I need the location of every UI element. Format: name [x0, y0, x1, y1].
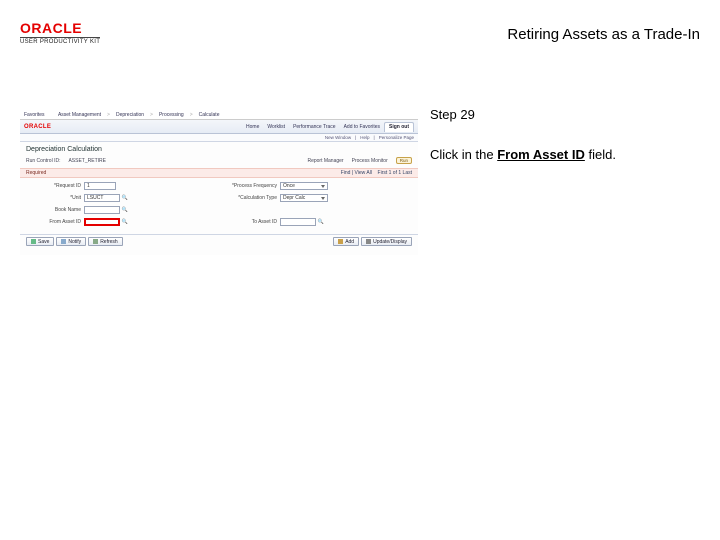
- tab-worklist[interactable]: Worklist: [263, 122, 289, 132]
- unit-lookup-icon[interactable]: 🔍: [121, 194, 129, 202]
- nav-favorites[interactable]: Favorites: [24, 112, 45, 118]
- tab-perf-trace[interactable]: Performance Trace: [289, 122, 340, 132]
- util-strip: New Window | Help | Personalize Page: [20, 134, 418, 142]
- link-process-monitor[interactable]: Process Monitor: [352, 158, 388, 164]
- page-title: Depreciation Calculation: [20, 142, 418, 155]
- to-asset-id-input[interactable]: [280, 218, 316, 226]
- tab-add-favorites[interactable]: Add to Favorites: [340, 122, 384, 132]
- calculation-type-select[interactable]: Depr Calc: [280, 194, 328, 202]
- run-button[interactable]: Run: [396, 157, 412, 164]
- app-screenshot: Favorites Asset Management > Depreciatio…: [20, 110, 418, 255]
- button-bar: Save Notify Refresh Add Update/Display: [20, 234, 418, 248]
- update-display-button[interactable]: Update/Display: [361, 237, 412, 246]
- tab-home[interactable]: Home: [242, 122, 263, 132]
- link-help[interactable]: Help: [360, 135, 369, 140]
- update-icon: [366, 239, 371, 244]
- calculation-type-label: *Calculation Type: [210, 195, 280, 201]
- notify-icon: [61, 239, 66, 244]
- oracle-upk-logo: ORACLE USER PRODUCTIVITY KIT: [20, 20, 100, 45]
- nav-asset-management[interactable]: Asset Management: [58, 112, 101, 118]
- instruction-text: Click in the From Asset ID field.: [430, 146, 690, 164]
- runctrl-label: Run Control ID:: [26, 158, 60, 164]
- link-report-manager[interactable]: Report Manager: [307, 158, 343, 164]
- notify-button[interactable]: Notify: [56, 237, 86, 246]
- app-header-bar: ORACLE Home Worklist Performance Trace A…: [20, 120, 418, 134]
- request-id-input[interactable]: 1: [84, 182, 116, 190]
- to-asset-id-label: To Asset ID: [210, 219, 280, 225]
- request-id-label: *Request ID: [30, 183, 84, 189]
- breadcrumb-nav: Favorites Asset Management > Depreciatio…: [20, 110, 418, 120]
- unit-input[interactable]: LSUCT: [84, 194, 120, 202]
- oracle-logo-text: ORACLE: [20, 20, 100, 36]
- book-lookup-icon[interactable]: 🔍: [121, 206, 129, 214]
- app-oracle-logo: ORACLE: [24, 124, 51, 130]
- nav-calculate[interactable]: Calculate: [199, 112, 220, 118]
- form-area: *Request ID 1 *Process Frequency Once *U…: [20, 178, 418, 234]
- instruction-panel: Step 29 Click in the From Asset ID field…: [430, 106, 690, 164]
- scroll-required-label: Required: [26, 170, 46, 176]
- lesson-title: Retiring Assets as a Trade-In: [507, 26, 700, 43]
- nav-processing[interactable]: Processing: [159, 112, 184, 118]
- from-asset-id-input[interactable]: [84, 218, 120, 226]
- page-header: ORACLE USER PRODUCTIVITY KIT Retiring As…: [20, 20, 700, 56]
- save-button[interactable]: Save: [26, 237, 54, 246]
- scroll-find[interactable]: Find | View All: [341, 170, 372, 176]
- process-frequency-select[interactable]: Once: [280, 182, 328, 190]
- add-icon: [338, 239, 343, 244]
- link-new-window[interactable]: New Window: [325, 135, 351, 140]
- from-asset-lookup-icon[interactable]: 🔍: [121, 218, 129, 226]
- book-name-label: Book Name: [30, 207, 84, 213]
- nav-depreciation[interactable]: Depreciation: [116, 112, 144, 118]
- scroll-header: Required Find | View All First 1 of 1 La…: [20, 168, 418, 178]
- refresh-icon: [93, 239, 98, 244]
- step-label: Step 29: [430, 106, 690, 124]
- save-icon: [31, 239, 36, 244]
- book-name-input[interactable]: [84, 206, 120, 214]
- run-control-line: Run Control ID: ASSET_RETIRE Report Mana…: [20, 155, 418, 168]
- refresh-button[interactable]: Refresh: [88, 237, 123, 246]
- process-frequency-label: *Process Frequency: [210, 183, 280, 189]
- tab-sign-out[interactable]: Sign out: [384, 122, 414, 132]
- scroll-count: First 1 of 1 Last: [378, 170, 412, 176]
- upk-subtext: USER PRODUCTIVITY KIT: [20, 37, 100, 45]
- link-personalize[interactable]: Personalize Page: [379, 135, 414, 140]
- unit-label: *Unit: [30, 195, 84, 201]
- runctrl-value: ASSET_RETIRE: [68, 158, 106, 164]
- from-asset-id-label: From Asset ID: [30, 219, 84, 225]
- add-button[interactable]: Add: [333, 237, 359, 246]
- to-asset-lookup-icon[interactable]: 🔍: [317, 218, 325, 226]
